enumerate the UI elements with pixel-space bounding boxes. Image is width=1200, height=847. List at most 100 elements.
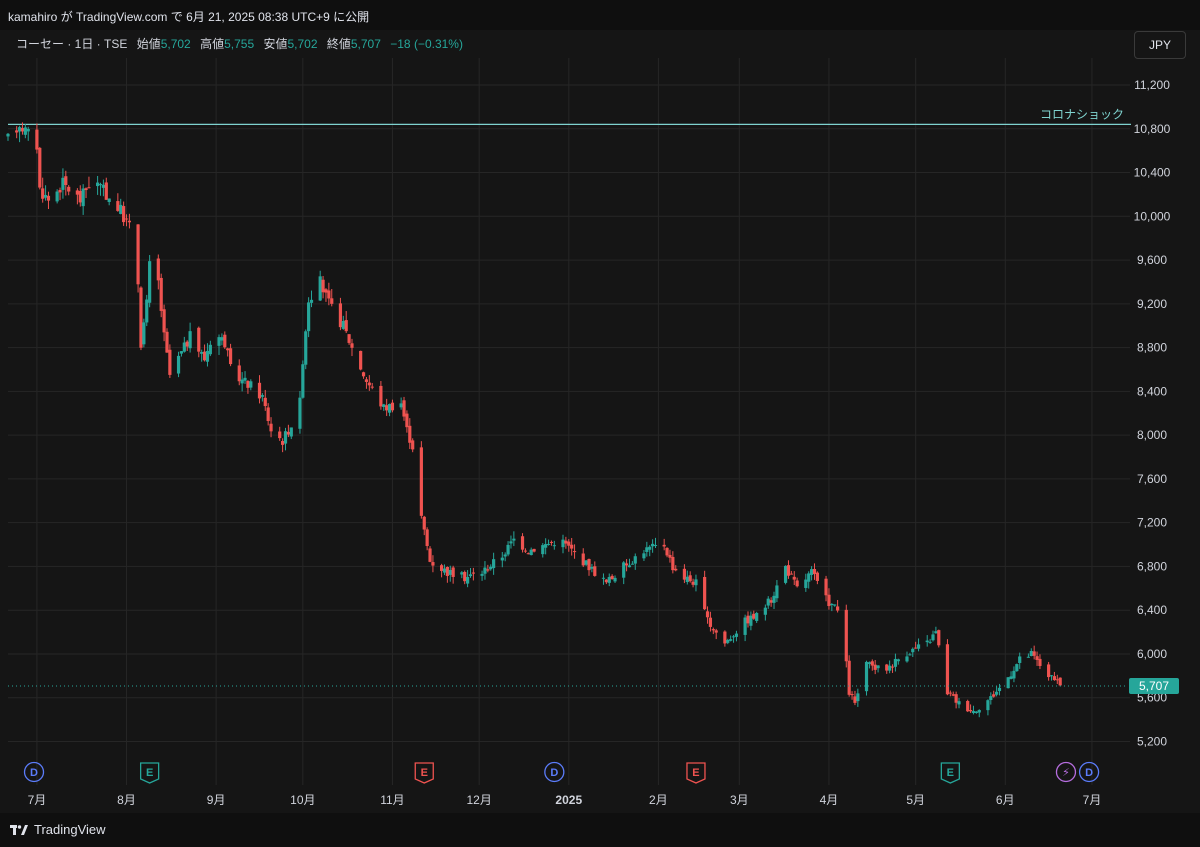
candle: [746, 611, 750, 628]
y-tick-label: 9,600: [1137, 253, 1167, 267]
candle: [223, 331, 227, 349]
candle: [665, 547, 669, 558]
x-tick-label: 6月: [996, 793, 1015, 807]
candle-body: [648, 546, 652, 550]
candle-body: [168, 349, 172, 375]
candle: [948, 690, 952, 697]
candle: [977, 709, 981, 718]
candle-body: [318, 276, 322, 301]
candle: [298, 390, 302, 434]
earnings-down-event-marker[interactable]: E: [414, 762, 434, 784]
candle: [974, 711, 978, 714]
candle: [775, 580, 779, 603]
candle-body: [795, 580, 799, 587]
candle-body: [610, 575, 614, 580]
candle-body: [876, 665, 880, 669]
candle: [439, 563, 444, 578]
earnings-down-event-marker[interactable]: E: [686, 762, 706, 784]
symbol-label[interactable]: コーセー · 1日 · TSE: [16, 37, 127, 51]
candle: [281, 438, 285, 453]
y-tick-label: 8,800: [1137, 341, 1167, 355]
candle: [812, 563, 817, 580]
split-event-marker[interactable]: ⚡: [1055, 761, 1077, 783]
dividend-event-marker[interactable]: D: [1078, 761, 1100, 783]
candle: [809, 566, 814, 581]
tradingview-brand[interactable]: TradingView: [10, 822, 106, 837]
candle: [729, 635, 733, 642]
x-tick-label: 10月: [290, 793, 315, 807]
high-value: 5,755: [224, 37, 255, 51]
event-letter: E: [146, 767, 153, 779]
y-tick-label: 5,200: [1137, 735, 1167, 749]
candle: [96, 175, 100, 195]
candle-body: [61, 177, 65, 190]
candle: [532, 548, 536, 553]
candle-body: [301, 364, 305, 398]
y-tick-label: 11,200: [1134, 78, 1170, 92]
candle-body: [824, 578, 828, 596]
candle-body: [642, 553, 646, 559]
y-tick-label: 7,600: [1137, 472, 1167, 486]
candle-body: [726, 639, 730, 643]
candle-body: [526, 553, 530, 555]
candle: [561, 534, 565, 554]
earnings-up-event-marker[interactable]: E: [139, 762, 160, 784]
candle: [307, 297, 311, 338]
candle: [304, 329, 308, 370]
candle: [1049, 675, 1054, 681]
y-tick-label: 10,400: [1134, 166, 1171, 180]
candle-body: [572, 551, 577, 553]
candle-body: [503, 554, 507, 557]
candle: [512, 531, 516, 547]
close-label: 終値: [326, 37, 351, 51]
candle: [205, 343, 210, 367]
candle-body: [1058, 677, 1062, 686]
earnings-up-event-marker[interactable]: E: [940, 762, 960, 784]
event-letter: E: [692, 767, 699, 779]
brand-name: TradingView: [34, 822, 106, 837]
candle-body: [281, 441, 285, 445]
candle: [208, 340, 212, 357]
candle: [387, 403, 392, 417]
candle-body: [734, 633, 739, 637]
candle-body: [893, 658, 898, 667]
candle-body: [590, 566, 594, 569]
candle-body: [587, 559, 591, 571]
x-tick-label: 11月: [380, 793, 404, 807]
candle: [361, 371, 366, 379]
candle-body: [786, 565, 791, 576]
candle: [220, 333, 224, 346]
candle-body: [330, 298, 334, 304]
y-tick-label: 10,800: [1134, 122, 1171, 136]
candle: [489, 564, 493, 571]
candle: [104, 177, 108, 200]
candle-body: [43, 194, 48, 198]
candle-body: [1052, 676, 1057, 681]
candle-body: [671, 556, 675, 571]
candle: [705, 606, 710, 624]
candle: [807, 571, 811, 589]
dividend-event-marker[interactable]: D: [23, 761, 45, 783]
candle: [289, 427, 293, 440]
candle: [379, 381, 383, 410]
candle-body: [289, 427, 293, 437]
candle: [567, 539, 571, 552]
candle: [928, 638, 932, 644]
candle-body: [197, 327, 201, 352]
dividend-event-marker[interactable]: D: [544, 761, 565, 783]
candle-body: [448, 569, 452, 575]
currency-button[interactable]: JPY: [1134, 31, 1186, 59]
candle: [876, 665, 880, 673]
candle: [544, 538, 548, 555]
x-tick-label: 7月: [28, 793, 47, 807]
candle-body: [283, 431, 288, 444]
candle-body: [512, 538, 516, 541]
candle: [431, 555, 435, 573]
candle: [278, 426, 282, 441]
candle: [850, 691, 854, 700]
candle-body: [81, 188, 85, 207]
last-price-layer: 5,707: [8, 678, 1179, 695]
candle: [283, 427, 288, 451]
candle-body: [541, 545, 545, 555]
candlestick-chart[interactable]: コロナショック 11,200 10,800 10,400 10,000 9,600 9,2…: [0, 0, 1200, 847]
